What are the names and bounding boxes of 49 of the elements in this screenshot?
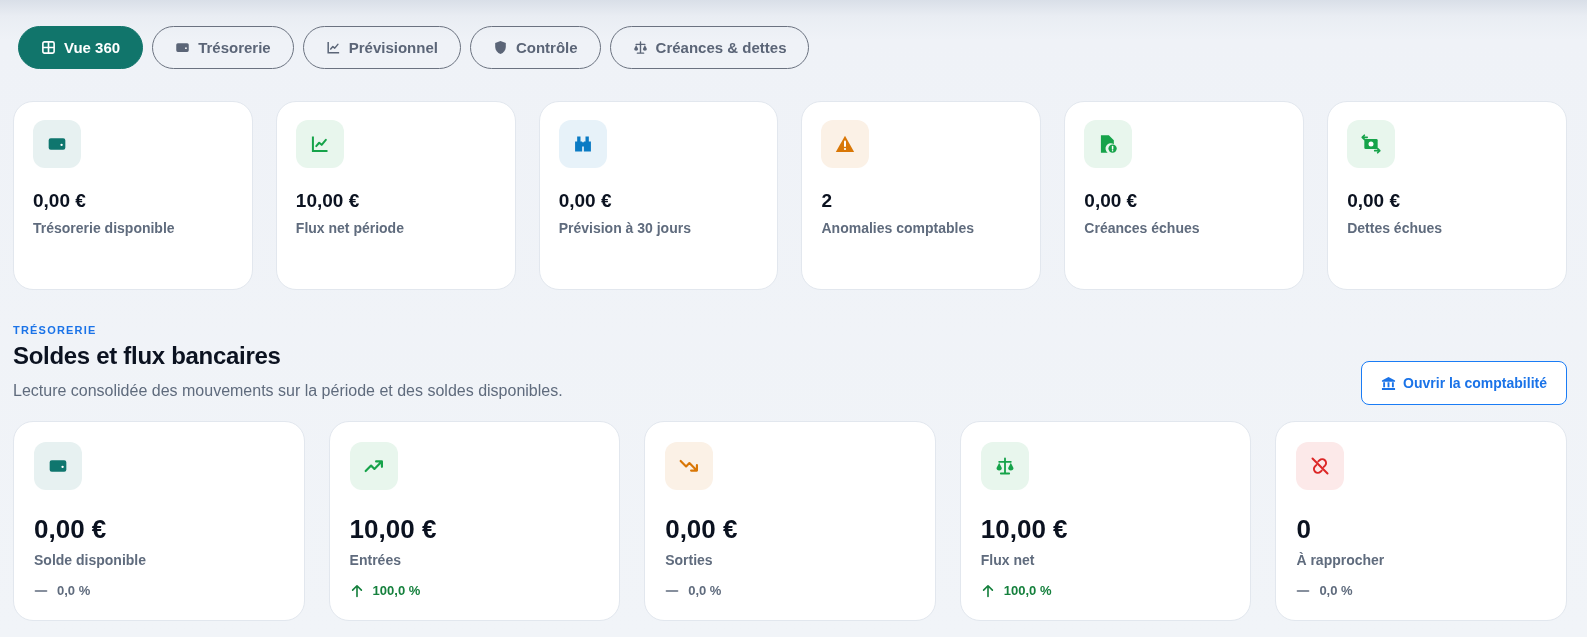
line-chart-icon xyxy=(325,40,341,55)
banknote-arrows-icon xyxy=(1347,120,1396,168)
card-value: 0,00 € xyxy=(33,190,86,212)
section-title: Soldes et flux bancaires xyxy=(13,341,282,371)
change-percent: 0,0 % xyxy=(57,583,91,599)
card-value: 10,00 € xyxy=(349,514,437,544)
card-label: Dettes échues xyxy=(1347,219,1443,237)
change-percent: 0,0 % xyxy=(1319,583,1353,599)
change-percent: 0,0 % xyxy=(688,583,722,599)
change-percent: 100,0 % xyxy=(1003,583,1052,599)
card-label: Créances échues xyxy=(1084,219,1200,237)
grid-icon xyxy=(41,40,56,55)
card-label: À rapprocher xyxy=(1296,551,1385,569)
section-eyebrow: TRÉSORERIE xyxy=(13,323,98,337)
card-label: Trésorerie disponible xyxy=(33,219,175,237)
wallet-icon xyxy=(34,442,82,490)
card-value: 0,00 € xyxy=(665,514,738,544)
card-value: 0,00 € xyxy=(1347,190,1400,212)
card-value: 0,00 € xyxy=(558,190,612,212)
bank-icon xyxy=(1381,375,1397,391)
shield-icon xyxy=(492,40,508,55)
wallet-icon xyxy=(33,120,81,168)
trend-down-icon xyxy=(665,442,714,490)
scale-icon xyxy=(632,40,648,55)
card-value: 10,00 € xyxy=(295,190,360,212)
card-value: 0 xyxy=(1296,514,1311,544)
card-label: Anomalies comptables xyxy=(821,219,974,237)
card-label: Solde disponible xyxy=(34,551,146,569)
card-label: Entrées xyxy=(349,551,401,569)
card-value: 0,00 € xyxy=(34,514,107,544)
document-alert-icon xyxy=(1084,120,1133,168)
broken-link-icon xyxy=(1296,442,1345,490)
card-label: Flux net xyxy=(980,551,1035,569)
card-label: Prévision à 30 jours xyxy=(558,219,691,237)
change-percent: 100,0 % xyxy=(372,583,421,599)
trend-up-icon xyxy=(349,442,398,490)
card-label: Sorties xyxy=(665,551,713,569)
scale-icon xyxy=(980,442,1029,490)
card-label: Flux net période xyxy=(295,219,404,237)
card-value: 2 xyxy=(821,190,833,212)
open-accounting-button[interactable]: Ouvrir la comptabilité xyxy=(1361,361,1567,405)
warning-icon xyxy=(821,120,870,168)
line-chart-icon xyxy=(295,120,344,168)
wallet-icon xyxy=(175,40,191,55)
card-value: 10,00 € xyxy=(980,514,1068,544)
card-value: 0,00 € xyxy=(1084,190,1138,212)
tab[interactable]: Vue 360 xyxy=(18,26,144,69)
section-subtitle: Lecture consolidée des mouvements sur la période et des soldes disponibles. xyxy=(13,381,563,401)
binoculars-icon xyxy=(558,120,607,168)
